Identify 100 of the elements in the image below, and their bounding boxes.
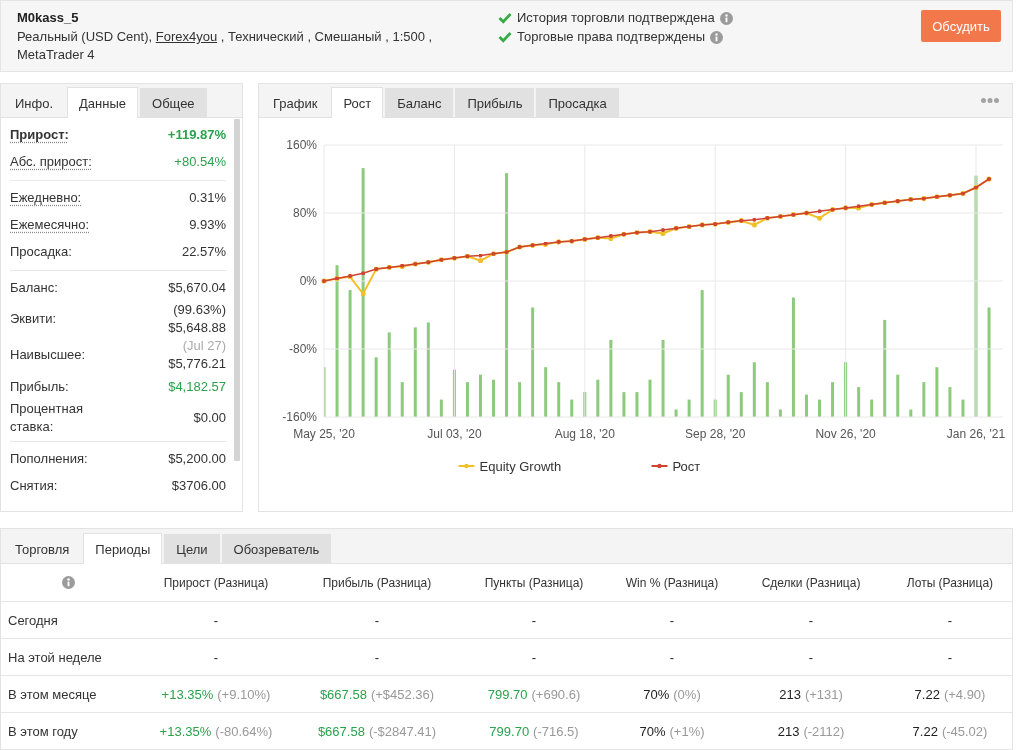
stat-value: $5,648.88 [168, 319, 226, 337]
axis-label: Jan 26, '21 [946, 427, 1006, 441]
tab[interactable]: Инфо. [3, 88, 66, 118]
period-value: +13.35% [159, 723, 212, 739]
period-value: - [531, 649, 537, 665]
tab[interactable]: Данные [67, 87, 139, 118]
period-value: 799.70 [489, 723, 530, 739]
stat-label: Снятия: [10, 476, 58, 495]
period-change: (+690.6) [531, 686, 581, 702]
broker-link[interactable]: Forex4you [155, 29, 218, 44]
verification-text: История торговли подтверждена [517, 9, 715, 27]
axis-label: -80% [289, 342, 317, 356]
stat-value: $0.00 [193, 409, 226, 427]
stat-label[interactable]: Ежемесячно: [10, 215, 90, 234]
value-note: (Jul 27) [181, 337, 226, 355]
stat-value: $4,182.57 [168, 377, 226, 396]
tab[interactable]: Просадка [536, 88, 619, 117]
period-change: (+$452.36) [370, 686, 435, 702]
period-value: - [947, 612, 953, 628]
period-change: (-2112) [803, 723, 845, 739]
period-value: 70% [643, 686, 670, 702]
period-value: - [669, 649, 675, 665]
column-header: Сделки (Разница) [761, 575, 861, 590]
account-details: Реальный (USD Cent), Forex4you , Технический , Смешаный , 1:500 , MetaTrader 4 [17, 28, 434, 64]
stat-value: 22.57% [181, 242, 226, 261]
row-label: В этом месяце [8, 686, 97, 702]
stat-label[interactable]: Прирост: [10, 125, 69, 144]
period-change: (-$2847.41) [368, 723, 437, 739]
period-value: $667.58 [319, 686, 367, 702]
stat-label: Просадка: [10, 242, 72, 261]
period-value: 70% [639, 723, 666, 739]
period-value: - [213, 649, 219, 665]
stat-label[interactable]: Ежедневно: [10, 188, 82, 207]
tab[interactable]: Баланс [385, 88, 454, 117]
column-header: Пункты (Разница) [484, 575, 584, 590]
scroll-bar[interactable] [234, 119, 240, 461]
period-value: - [213, 612, 219, 628]
tab[interactable]: Обозреватель [221, 534, 332, 563]
stat-label: Наивысшее: [10, 346, 86, 364]
stat-label: Процентная ставка: [10, 400, 84, 436]
tab[interactable]: Цели [164, 534, 220, 563]
period-value: 213 [777, 723, 800, 739]
period-value: +13.35% [161, 686, 214, 702]
axis-label: Sep 28, '20 [685, 427, 746, 441]
period-value: - [374, 649, 380, 665]
axis-label: 80% [292, 206, 317, 220]
info-icon[interactable] [710, 30, 724, 44]
axis-label: 0% [299, 274, 317, 288]
column-header: Win % (Разница) [625, 575, 719, 590]
tab[interactable]: Торговля [3, 534, 82, 564]
axis-label: Jul 03, '20 [427, 427, 482, 441]
axis-label: -160% [282, 410, 317, 424]
stat-label: Эквити: [10, 310, 57, 328]
tab[interactable]: Рост [331, 87, 384, 118]
period-change: (+9.10%) [217, 686, 271, 702]
period-value: - [947, 649, 953, 665]
period-value: - [374, 612, 380, 628]
period-value: - [808, 612, 814, 628]
period-change: (-80.64%) [215, 723, 273, 739]
stat-value: 0.31% [189, 188, 226, 207]
period-value: 799.70 [487, 686, 528, 702]
period-value: - [808, 649, 814, 665]
period-change: (+4.90) [943, 686, 986, 702]
info-icon[interactable] [719, 11, 733, 25]
tab[interactable]: График [261, 88, 330, 118]
stat-label: Баланс: [10, 278, 58, 297]
axis-label: May 25, '20 [293, 427, 355, 441]
period-change: (-45.02) [941, 723, 988, 739]
period-change: (+1%) [669, 723, 705, 739]
stat-label[interactable]: Абс. прирост: [10, 152, 92, 171]
stat-value: 9.93% [189, 215, 226, 234]
period-value: 213 [779, 686, 801, 702]
stat-value: +119.87% [167, 125, 226, 144]
column-header: Прибыль (Разница) [322, 575, 432, 590]
period-value: 7.22 [912, 723, 938, 739]
period-change: (+131) [804, 686, 843, 702]
axis-label: 160% [286, 138, 317, 152]
value-note: (99.63%) [172, 301, 226, 319]
period-value: 7.22 [914, 686, 940, 702]
stat-value: $3706.00 [171, 476, 226, 495]
column-header: Прирост (Разница) [163, 575, 269, 590]
period-change: (0%) [673, 686, 701, 702]
axis-label: Aug 18, '20 [554, 427, 615, 441]
period-value: $667.58 [317, 723, 365, 739]
row-label: На этой неделе [8, 649, 102, 665]
column-header: Лоты (Разница) [906, 575, 994, 590]
verification-text: Торговые права подтверждены [517, 28, 706, 46]
tab[interactable]: Периоды [83, 533, 163, 564]
stat-value: +80.54% [174, 152, 226, 171]
tab[interactable]: Общее [140, 88, 207, 117]
info-icon[interactable] [62, 576, 75, 589]
more-icon[interactable] [981, 98, 999, 103]
row-label: В этом году [8, 723, 78, 739]
legend-label[interactable]: Рост [672, 458, 701, 474]
stat-label: Пополнения: [10, 449, 88, 468]
stat-label: Прибыль: [10, 377, 69, 396]
tab[interactable]: Прибыль [455, 88, 535, 117]
period-change: (-716.5) [533, 723, 579, 739]
stat-value: $5,200.00 [168, 449, 226, 468]
legend-label[interactable]: Equity Growth [479, 458, 562, 474]
